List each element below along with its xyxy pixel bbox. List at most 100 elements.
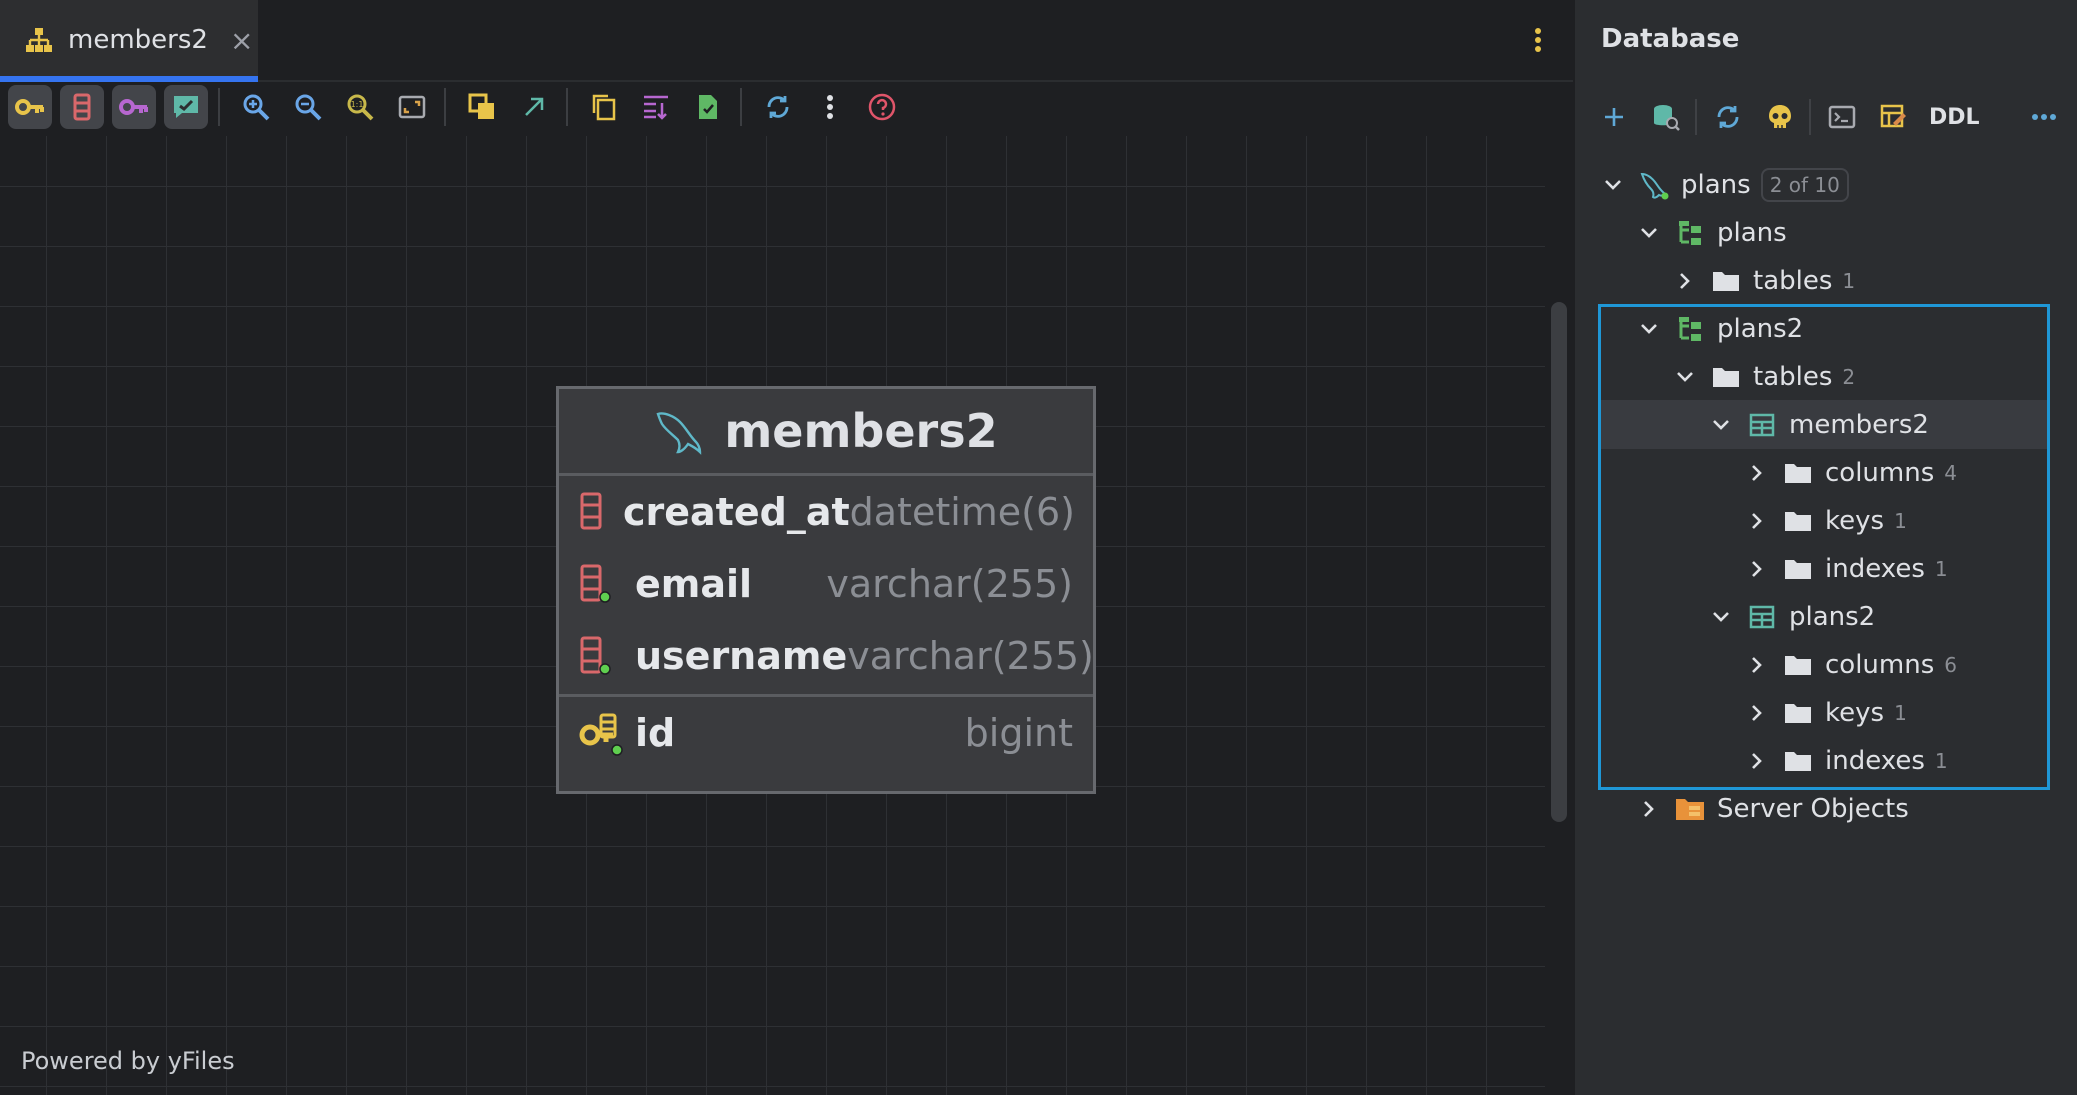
refresh-button[interactable] — [756, 85, 800, 129]
toggle-keys-button[interactable] — [8, 85, 52, 129]
mysql-dolphin-icon — [656, 412, 702, 455]
vertical-dots-icon[interactable] — [1525, 18, 1551, 62]
svg-text:1:1: 1:1 — [351, 100, 364, 109]
more-icon — [827, 95, 833, 119]
column-row-id[interactable]: id bigint — [559, 697, 1093, 769]
column-icon — [73, 93, 91, 121]
tree-node-count: 1 — [1842, 269, 1856, 293]
zoom-out-button[interactable] — [286, 85, 330, 129]
arrow-icon — [525, 97, 544, 116]
export-icon — [699, 95, 717, 119]
foreign-key-icon — [119, 99, 148, 115]
tree-focus-border — [1598, 304, 2050, 790]
entity-members2[interactable]: members2 created_at datetime(6) email va… — [556, 386, 1096, 794]
disconnect-button[interactable] — [1755, 94, 1805, 140]
copy-icon — [592, 94, 616, 121]
column-type: varchar(255) — [847, 634, 1094, 678]
tree-node-label: plans — [1717, 218, 1787, 248]
column-row-username[interactable]: username varchar(255) — [559, 620, 1094, 692]
toolbar-separator — [740, 88, 742, 126]
powered-by-label: Powered by yFiles — [21, 1047, 235, 1075]
align-button[interactable] — [634, 85, 678, 129]
tree-node-plans-datasource[interactable]: plans 2 of 10 — [1601, 161, 1849, 209]
ddl-button[interactable]: DDL — [1929, 105, 1980, 130]
panel-title: Database — [1601, 24, 1740, 54]
primary-key-icon — [579, 713, 625, 756]
column-type: datetime(6) — [849, 490, 1076, 534]
toggle-comments-button[interactable] — [164, 85, 208, 129]
console-icon — [1828, 105, 1856, 129]
console-button[interactable] — [1817, 94, 1867, 140]
folder-icon — [1711, 266, 1741, 296]
close-icon[interactable]: × — [230, 24, 253, 57]
entity-title: members2 — [724, 404, 998, 458]
toolbar-separator — [1695, 99, 1697, 135]
more-icon — [2032, 114, 2056, 120]
more-button[interactable] — [808, 85, 852, 129]
column-type: varchar(255) — [826, 562, 1073, 606]
align-icon — [644, 95, 668, 120]
column-icon — [579, 636, 615, 676]
actual-size-button[interactable]: 1:1 — [338, 85, 382, 129]
tree-node-tables[interactable]: tables 1 — [1673, 257, 1855, 305]
toggle-foreign-keys-button[interactable] — [112, 85, 156, 129]
column-name: email — [635, 562, 753, 606]
toolbar-separator — [1809, 99, 1811, 135]
add-icon — [1605, 108, 1623, 126]
tree-node-label: tables — [1753, 266, 1833, 296]
layout-button[interactable] — [460, 85, 504, 129]
toolbar-separator — [566, 88, 568, 126]
tree-node-badge: 2 of 10 — [1760, 168, 1849, 202]
refresh-icon — [1717, 106, 1739, 128]
refresh-icon — [767, 96, 789, 118]
vertical-scrollbar[interactable] — [1551, 302, 1567, 822]
tree-node-schema-plans[interactable]: plans — [1637, 209, 1787, 257]
zoom-in-icon — [243, 94, 270, 121]
copy-button[interactable] — [582, 85, 626, 129]
layout-icon — [468, 93, 494, 119]
chevron-down-icon[interactable] — [1637, 221, 1661, 245]
comment-icon — [174, 96, 198, 118]
database-toolbar: DDL — [1575, 92, 2077, 142]
schema-icon — [1675, 218, 1705, 248]
tree-node-server-objects[interactable]: Server Objects — [1637, 785, 1909, 833]
tab-label: members2 — [68, 25, 208, 55]
tree-node-label: Server Objects — [1717, 794, 1909, 824]
help-button[interactable] — [860, 85, 904, 129]
diagram-editor: members2 × 1:1 members2 created_at datet… — [0, 0, 1573, 1095]
column-name: created_at — [623, 490, 850, 534]
zoom-in-button[interactable] — [234, 85, 278, 129]
toggle-columns-button[interactable] — [60, 85, 104, 129]
export-button[interactable] — [686, 85, 730, 129]
zoom-out-icon — [295, 94, 322, 121]
table-editor-icon — [1880, 104, 1906, 128]
toolbar-separator — [444, 88, 446, 126]
column-row-created-at[interactable]: created_at datetime(6) — [559, 476, 1093, 548]
server-objects-icon — [1675, 794, 1705, 824]
diagram-icon — [24, 25, 54, 55]
toolbar-separator — [218, 88, 220, 126]
editor-tab-bar: members2 × — [0, 0, 1573, 82]
more-button[interactable] — [2019, 94, 2069, 140]
column-icon — [579, 564, 615, 604]
fit-content-button[interactable] — [390, 85, 434, 129]
fit-content-icon — [398, 95, 426, 119]
add-button[interactable] — [1589, 94, 1639, 140]
mysql-dolphin-icon — [1639, 170, 1669, 200]
refresh-button[interactable] — [1703, 94, 1753, 140]
chevron-right-icon[interactable] — [1637, 797, 1661, 821]
chevron-right-icon[interactable] — [1673, 269, 1697, 293]
table-editor-button[interactable] — [1869, 94, 1919, 140]
key-icon — [15, 99, 44, 115]
arrow-button[interactable] — [512, 85, 556, 129]
column-row-email[interactable]: email varchar(255) — [559, 548, 1093, 620]
skull-icon — [1769, 105, 1791, 128]
tab-members2[interactable]: members2 × — [0, 0, 258, 82]
chevron-down-icon[interactable] — [1601, 173, 1625, 197]
column-icon — [579, 492, 603, 532]
column-name: username — [635, 634, 848, 678]
entity-header: members2 — [559, 389, 1093, 476]
actual-size-icon: 1:1 — [347, 94, 374, 121]
data-source-properties-icon — [1654, 105, 1680, 131]
data-source-properties-button[interactable] — [1641, 94, 1691, 140]
